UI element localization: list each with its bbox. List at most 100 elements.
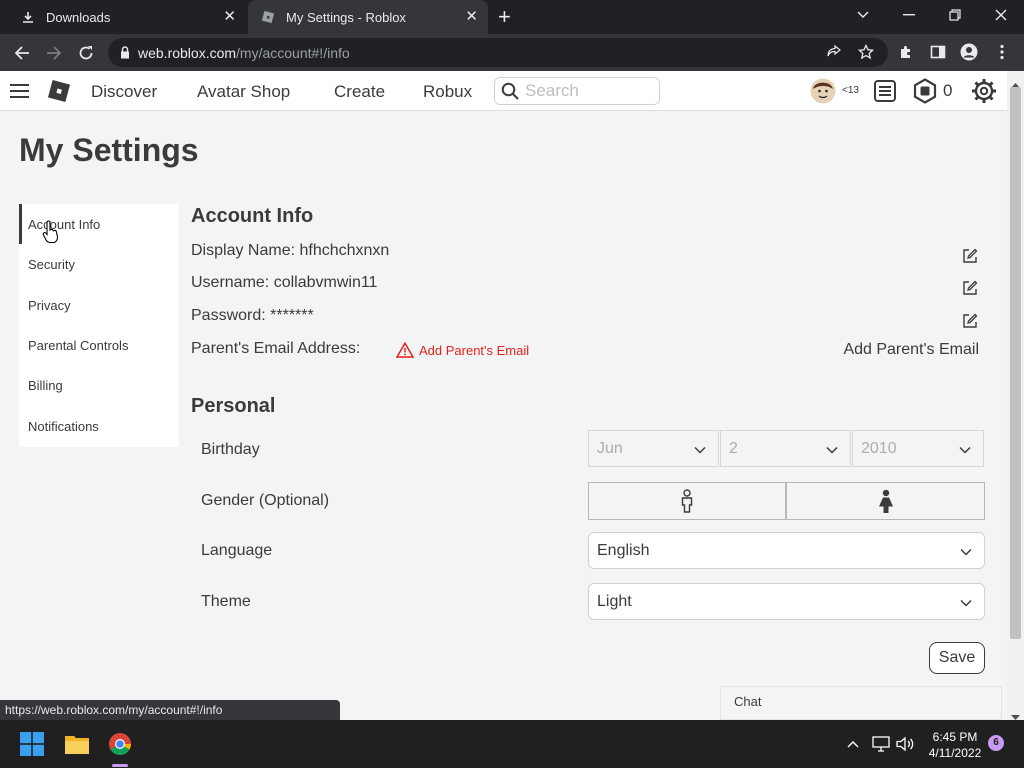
parent-email-warning: Add Parent's Email [396,342,529,358]
side-panel-icon[interactable] [927,41,949,63]
status-bar-url: https://web.roblox.com/my/account#!/info [0,700,340,720]
warning-triangle-icon [396,342,414,358]
password-row: Password: ******* [191,307,314,324]
tab-downloads[interactable]: Downloads ✕ [0,0,246,34]
parent-email-label: Parent's Email Address: [191,340,361,357]
language-select[interactable]: English [588,532,985,569]
profile-avatar-icon[interactable] [958,41,980,63]
extensions-puzzle-icon[interactable] [895,41,917,63]
chevron-down-icon [960,543,972,561]
new-tab-button[interactable]: + [498,5,511,29]
tab-title: Downloads [46,9,111,25]
user-avatar[interactable] [810,78,836,109]
chevron-down-icon [960,594,972,612]
browser-tab-strip: Downloads ✕ My Settings - Roblox ✕ + [0,0,1024,34]
birthday-year-value: 2010 [861,439,897,457]
chrome-menu-icon[interactable] [991,41,1013,63]
robux-icon[interactable] [912,78,938,109]
robux-balance: 0 [943,81,953,100]
close-tab-icon[interactable]: ✕ [223,8,236,26]
url-host: web.roblox.com [138,44,237,61]
edit-display-name-icon[interactable] [960,246,980,266]
male-figure-icon [680,489,694,513]
minimize-button[interactable] [886,0,932,30]
file-explorer-icon[interactable] [61,728,93,760]
settings-gear-icon[interactable] [971,78,997,109]
chevron-down-icon [826,441,838,459]
scroll-thumb[interactable] [1010,87,1021,639]
windows-start-icon[interactable] [16,728,48,760]
add-parent-email-button[interactable]: Add Parent's Email [843,341,979,359]
forward-arrow-icon[interactable] [42,41,66,65]
nav-avatar-shop[interactable]: Avatar Shop [197,82,290,102]
menu-item-parental-controls[interactable]: Parental Controls [19,325,179,365]
tab-search-icon[interactable] [840,0,886,30]
birthday-month-value: Jun [597,439,623,457]
notifications-list-icon[interactable] [873,79,897,108]
roblox-header: Discover Avatar Shop Create Robux <13 0 [0,71,1007,111]
edit-password-icon[interactable] [960,311,980,331]
chevron-down-icon [694,441,706,459]
menu-item-security[interactable]: Security [19,244,179,284]
menu-item-privacy[interactable]: Privacy [19,285,179,325]
language-value: English [597,541,650,559]
notification-count-badge[interactable]: 6 [988,735,1004,751]
birthday-label: Birthday [201,441,260,458]
chrome-icon[interactable] [104,728,136,760]
nav-robux[interactable]: Robux [423,82,472,102]
lock-icon [120,46,130,59]
chat-label: Chat [734,694,762,709]
page-scrollbar[interactable] [1007,71,1024,720]
female-figure-icon [878,489,894,513]
parent-email-warning-text: Add Parent's Email [419,342,530,358]
language-label: Language [201,542,273,559]
age-label: <13 [842,85,859,96]
back-arrow-icon[interactable] [10,41,34,65]
roblox-logo-icon[interactable] [47,79,71,108]
gender-female-button[interactable] [786,482,985,520]
windows-taskbar: 6:45 PM 4/11/2022 6 [0,720,1024,768]
page-title: My Settings [19,132,199,168]
volume-icon[interactable] [890,728,920,760]
birthday-day-select[interactable]: 2 [720,430,851,467]
menu-item-billing[interactable]: Billing [19,365,179,405]
hamburger-menu-icon[interactable] [10,83,30,104]
account-info-heading: Account Info [191,205,314,227]
birthday-year-select[interactable]: 2010 [852,430,984,467]
display-name-row: Display Name: hfhchchxnxn [191,242,390,259]
roblox-favicon-icon [260,9,276,25]
hand-cursor-icon [42,220,60,249]
edit-username-icon[interactable] [960,278,980,298]
search-input[interactable] [525,81,655,101]
menu-item-notifications[interactable]: Notifications [19,406,179,446]
gender-label: Gender (Optional) [201,492,330,509]
nav-discover[interactable]: Discover [91,82,157,102]
search-box[interactable] [494,77,660,105]
tab-my-settings[interactable]: My Settings - Roblox ✕ [248,0,488,34]
chevron-down-icon [959,441,971,459]
taskbar-clock[interactable]: 6:45 PM 4/11/2022 [918,729,992,761]
birthday-month-select[interactable]: Jun [588,430,719,467]
share-icon[interactable] [823,41,845,63]
bookmark-star-icon[interactable] [855,41,877,63]
username-row: Username: collabvmwin11 [191,274,378,291]
gender-male-button[interactable] [588,482,786,520]
download-icon [20,9,36,25]
clock-date: 4/11/2022 [928,746,982,760]
close-tab-icon[interactable]: ✕ [465,8,478,26]
show-hidden-icons-chevron-icon[interactable] [838,728,868,760]
clock-time: 6:45 PM [932,730,978,744]
personal-heading: Personal [191,395,276,417]
birthday-day-value: 2 [729,439,738,457]
chat-bar[interactable]: Chat [720,686,1002,720]
nav-create[interactable]: Create [334,82,385,102]
theme-value: Light [597,592,632,610]
restore-button[interactable] [932,0,978,30]
url-path: /my/account#!/info [236,44,350,61]
browser-toolbar: web.roblox.com/my/account#!/info [0,34,1024,71]
theme-select[interactable]: Light [588,583,985,620]
save-button[interactable]: Save [929,642,985,674]
reload-icon[interactable] [74,41,98,65]
address-bar[interactable]: web.roblox.com/my/account#!/info [108,38,888,67]
close-window-button[interactable] [978,0,1024,30]
